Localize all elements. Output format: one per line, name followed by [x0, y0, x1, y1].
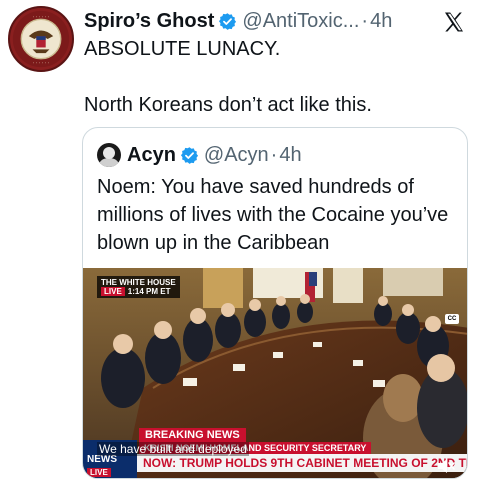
closed-captions-icon[interactable]: CC: [445, 314, 459, 324]
svg-text:· · · · · ·: · · · · · ·: [33, 15, 49, 20]
white-house-bug: THE WHITE HOUSE LIVE 1:14 PM ET: [97, 276, 180, 298]
quote-author-name[interactable]: Acyn: [127, 144, 176, 167]
x-logo-icon[interactable]: [442, 10, 466, 34]
ticker-text: NOW: TRUMP HOLDS 9TH CABINET MEETING OF …: [143, 456, 468, 470]
verified-badge-icon: [180, 146, 198, 164]
separator-dot: ·: [270, 143, 278, 166]
quote-text: Noem: You have saved hundreds of million…: [97, 176, 449, 254]
bug-time: 1:14 PM ET: [127, 287, 171, 296]
avatar[interactable]: · · · · · · · · · · · ·: [8, 6, 74, 72]
quote-author-handle[interactable]: @Acyn: [204, 144, 269, 167]
quote-time[interactable]: 4h: [279, 144, 301, 167]
bug-title: THE WHITE HOUSE: [101, 278, 176, 287]
post-time[interactable]: 4h: [370, 10, 392, 33]
volume-muted-icon[interactable]: [437, 458, 455, 474]
author-name[interactable]: Spiro’s Ghost: [84, 10, 214, 33]
quote-avatar[interactable]: [97, 143, 121, 167]
author-handle[interactable]: @AntiToxic...: [242, 10, 359, 33]
svg-text:· · · · · ·: · · · · · ·: [33, 61, 49, 66]
video-caption: We have built and deployed: [97, 442, 249, 456]
post-text-line2: North Koreans don’t act like this.: [84, 94, 372, 116]
seal-icon: · · · · · · · · · · · ·: [12, 10, 70, 68]
post-text-line1: ABSOLUTE LUNACY.: [84, 38, 281, 60]
bug-live: LIVE: [101, 287, 125, 296]
post-header: Spiro’s Ghost @AntiToxic... · 4h: [84, 8, 392, 34]
verified-badge-icon: [219, 12, 237, 30]
network-live-label: LIVE: [87, 468, 111, 477]
video-player[interactable]: THE WHITE HOUSE LIVE 1:14 PM ET CC BREAKI…: [83, 268, 468, 478]
quoted-post[interactable]: Acyn @Acyn · 4h Noem: You have saved hun…: [82, 127, 468, 479]
separator-dot: ·: [361, 9, 369, 32]
post: · · · · · · · · · · · · Spiro’s Ghost @A…: [0, 0, 477, 483]
news-ticker: NOW: TRUMP HOLDS 9TH CABINET MEETING OF …: [83, 454, 468, 472]
news-lower-third: BREAKING NEWS KRISTI NOEM | HOMELAND SECUR…: [83, 428, 468, 478]
quote-header: Acyn @Acyn · 4h: [97, 142, 302, 168]
breaking-news-label: BREAKING NEWS: [139, 428, 246, 443]
